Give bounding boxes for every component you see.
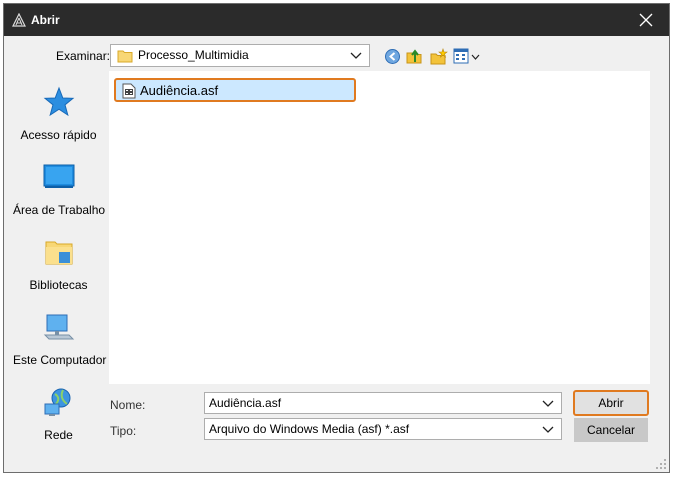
up-folder-icon[interactable]: [406, 48, 423, 65]
chevron-down-icon: [471, 54, 480, 60]
place-label: Bibliotecas: [29, 278, 88, 292]
places-bar: Acesso rápido Área de Trabalho Bibliotec…: [13, 69, 107, 442]
chevron-down-icon: [542, 400, 554, 407]
close-button[interactable]: [623, 4, 669, 36]
chevron-down-icon: [542, 426, 554, 433]
chevron-down-icon: [350, 52, 362, 59]
close-icon: [639, 13, 653, 27]
back-icon[interactable]: [384, 48, 401, 65]
look-in-label: Examinar:: [56, 49, 111, 63]
filename-input[interactable]: Audiência.asf: [204, 392, 562, 414]
open-button[interactable]: Abrir: [573, 390, 649, 416]
open-file-dialog: Abrir Examinar: Processo_Multimidia Aces…: [3, 3, 670, 473]
new-folder-icon[interactable]: [430, 48, 448, 65]
app-icon: [12, 13, 26, 27]
network-icon: [44, 388, 71, 416]
computer-icon: [43, 314, 75, 340]
filetype-value: Arquivo do Windows Media (asf) *.asf: [209, 422, 410, 436]
view-menu-icon: [453, 48, 469, 64]
folder-icon: [117, 50, 133, 63]
window-title: Abrir: [31, 13, 60, 27]
place-label: Área de Trabalho: [13, 203, 106, 217]
place-label: Rede: [44, 428, 73, 442]
filename-value: Audiência.asf: [209, 396, 282, 410]
view-menu-button[interactable]: [453, 48, 481, 65]
media-file-icon: [122, 83, 136, 99]
place-label: Este Computador: [13, 353, 107, 367]
star-icon: [43, 86, 75, 117]
look-in-dropdown[interactable]: Processo_Multimidia: [110, 44, 370, 67]
filetype-dropdown[interactable]: Arquivo do Windows Media (asf) *.asf: [204, 418, 562, 440]
desktop-icon: [43, 164, 75, 188]
place-label: Acesso rápido: [20, 128, 97, 142]
resize-grip-icon[interactable]: [655, 458, 667, 470]
filename-label: Nome:: [110, 398, 146, 412]
file-list[interactable]: Audiência.asf: [109, 71, 650, 384]
look-in-value: Processo_Multimidia: [138, 48, 249, 62]
filetype-label: Tipo:: [110, 424, 137, 438]
cancel-button[interactable]: Cancelar: [574, 418, 648, 442]
file-item-audiencia[interactable]: Audiência.asf: [114, 78, 356, 102]
title-bar[interactable]: Abrir: [4, 4, 669, 36]
file-name: Audiência.asf: [140, 83, 219, 98]
library-folder-icon: [45, 241, 73, 265]
